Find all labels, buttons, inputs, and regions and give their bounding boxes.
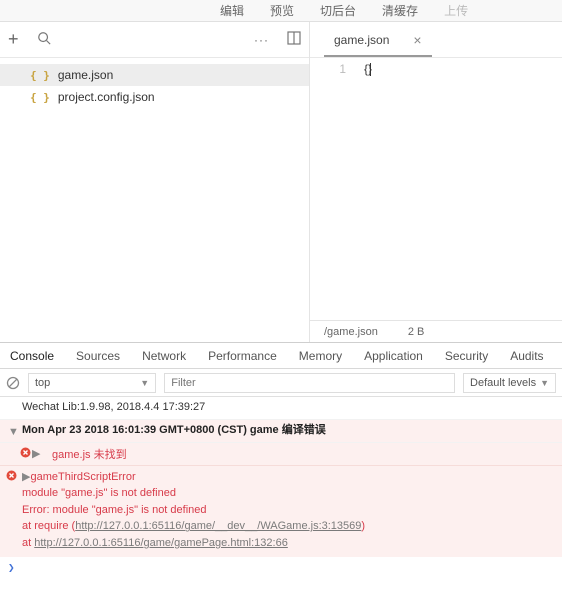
tab-memory[interactable]: Memory	[297, 347, 344, 365]
error-icon	[20, 447, 31, 458]
json-icon: { }	[30, 91, 50, 104]
console-toolbar: top ▼ Default levels ▼	[0, 369, 562, 397]
menu-compile[interactable]: 编辑	[220, 2, 244, 19]
tab-security[interactable]: Security	[443, 347, 490, 365]
chevron-down-icon: ▼	[540, 378, 549, 388]
disclosure-triangle-icon[interactable]: ▼	[8, 425, 19, 441]
menu-clear-cache[interactable]: 清缓存	[382, 2, 418, 19]
editor-panel: game.json × 1 {} /game.json 2 B	[310, 22, 562, 342]
file-item-project-config[interactable]: { } project.config.json	[0, 86, 309, 108]
context-select[interactable]: top ▼	[28, 373, 156, 393]
error-icon	[6, 470, 17, 481]
tab-console[interactable]: Console	[8, 347, 56, 365]
devtools-tabs: Console Sources Network Performance Memo…	[0, 343, 562, 369]
file-list: { } game.json { } project.config.json	[0, 58, 309, 342]
devtools: Console Sources Network Performance Memo…	[0, 342, 562, 589]
status-path: /game.json	[324, 326, 378, 338]
top-menu: 编辑 预览 切后台 清缓存 上传	[0, 0, 562, 22]
tab-application[interactable]: Application	[362, 347, 425, 365]
code-area[interactable]: {}	[364, 58, 372, 320]
log-text: game.js 未找到	[52, 449, 127, 461]
stack-link[interactable]: http://127.0.0.1:65116/game/__dev__/WAGa…	[75, 520, 361, 532]
menu-background[interactable]: 切后台	[320, 2, 356, 19]
file-toolbar: + ···	[0, 22, 309, 58]
menu-upload[interactable]: 上传	[444, 2, 468, 19]
log-text: gameThirdScriptError	[30, 471, 135, 483]
add-icon[interactable]: +	[8, 29, 19, 50]
log-text: Wechat Lib:1.9.98, 2018.4.4 17:39:27	[22, 401, 205, 413]
console-prompt[interactable]	[0, 557, 562, 578]
editor-tabbar: game.json ×	[310, 22, 562, 58]
stack-link[interactable]: http://127.0.0.1:65116/game/gamePage.htm…	[34, 537, 288, 549]
log-error-line: ▶ game.js 未找到	[0, 443, 562, 466]
log-error-block: ▶gameThirdScriptError module "game.js" i…	[0, 466, 562, 558]
close-icon[interactable]: ×	[413, 33, 421, 47]
log-levels-select[interactable]: Default levels ▼	[463, 373, 556, 393]
file-name: project.config.json	[58, 90, 155, 104]
editor-statusbar: /game.json 2 B	[310, 320, 562, 342]
levels-value: Default levels	[470, 377, 536, 389]
line-gutter: 1	[310, 58, 364, 320]
console-body: Wechat Lib:1.9.98, 2018.4.4 17:39:27 ▼ M…	[0, 397, 562, 589]
editor-tab-game-json[interactable]: game.json ×	[324, 25, 432, 57]
log-text: at	[22, 537, 34, 549]
split-icon[interactable]	[287, 31, 301, 48]
log-line: Wechat Lib:1.9.98, 2018.4.4 17:39:27	[0, 397, 562, 420]
tab-label: game.json	[334, 33, 389, 47]
log-group[interactable]: ▼ Mon Apr 23 2018 16:01:39 GMT+0800 (CST…	[0, 420, 562, 443]
log-text: Mon Apr 23 2018 16:01:39 GMT+0800 (CST) …	[22, 424, 326, 436]
json-icon: { }	[30, 69, 50, 82]
file-panel: + ··· { } game.json { } project.config.j…	[0, 22, 310, 342]
log-text: at require (	[22, 520, 75, 532]
tab-performance[interactable]: Performance	[206, 347, 279, 365]
search-icon[interactable]	[37, 31, 51, 48]
context-value: top	[35, 377, 50, 389]
filter-input[interactable]	[164, 373, 455, 393]
log-text: Error: module "game.js" is not defined	[22, 504, 207, 516]
chevron-down-icon: ▼	[140, 378, 149, 388]
status-size: 2 B	[408, 326, 425, 338]
tab-audits[interactable]: Audits	[508, 347, 545, 365]
log-text: )	[361, 520, 365, 532]
clear-console-icon[interactable]	[6, 376, 20, 390]
more-icon[interactable]: ···	[254, 33, 269, 47]
file-item-game-json[interactable]: { } game.json	[0, 64, 309, 86]
tab-sources[interactable]: Sources	[74, 347, 122, 365]
menu-preview[interactable]: 预览	[270, 2, 294, 19]
editor-body[interactable]: 1 {}	[310, 58, 562, 320]
file-name: game.json	[58, 68, 113, 82]
tab-network[interactable]: Network	[140, 347, 188, 365]
log-text: module "game.js" is not defined	[22, 487, 176, 499]
code-content: {}	[364, 62, 372, 76]
disclosure-triangle-icon[interactable]: ▶	[32, 447, 40, 460]
